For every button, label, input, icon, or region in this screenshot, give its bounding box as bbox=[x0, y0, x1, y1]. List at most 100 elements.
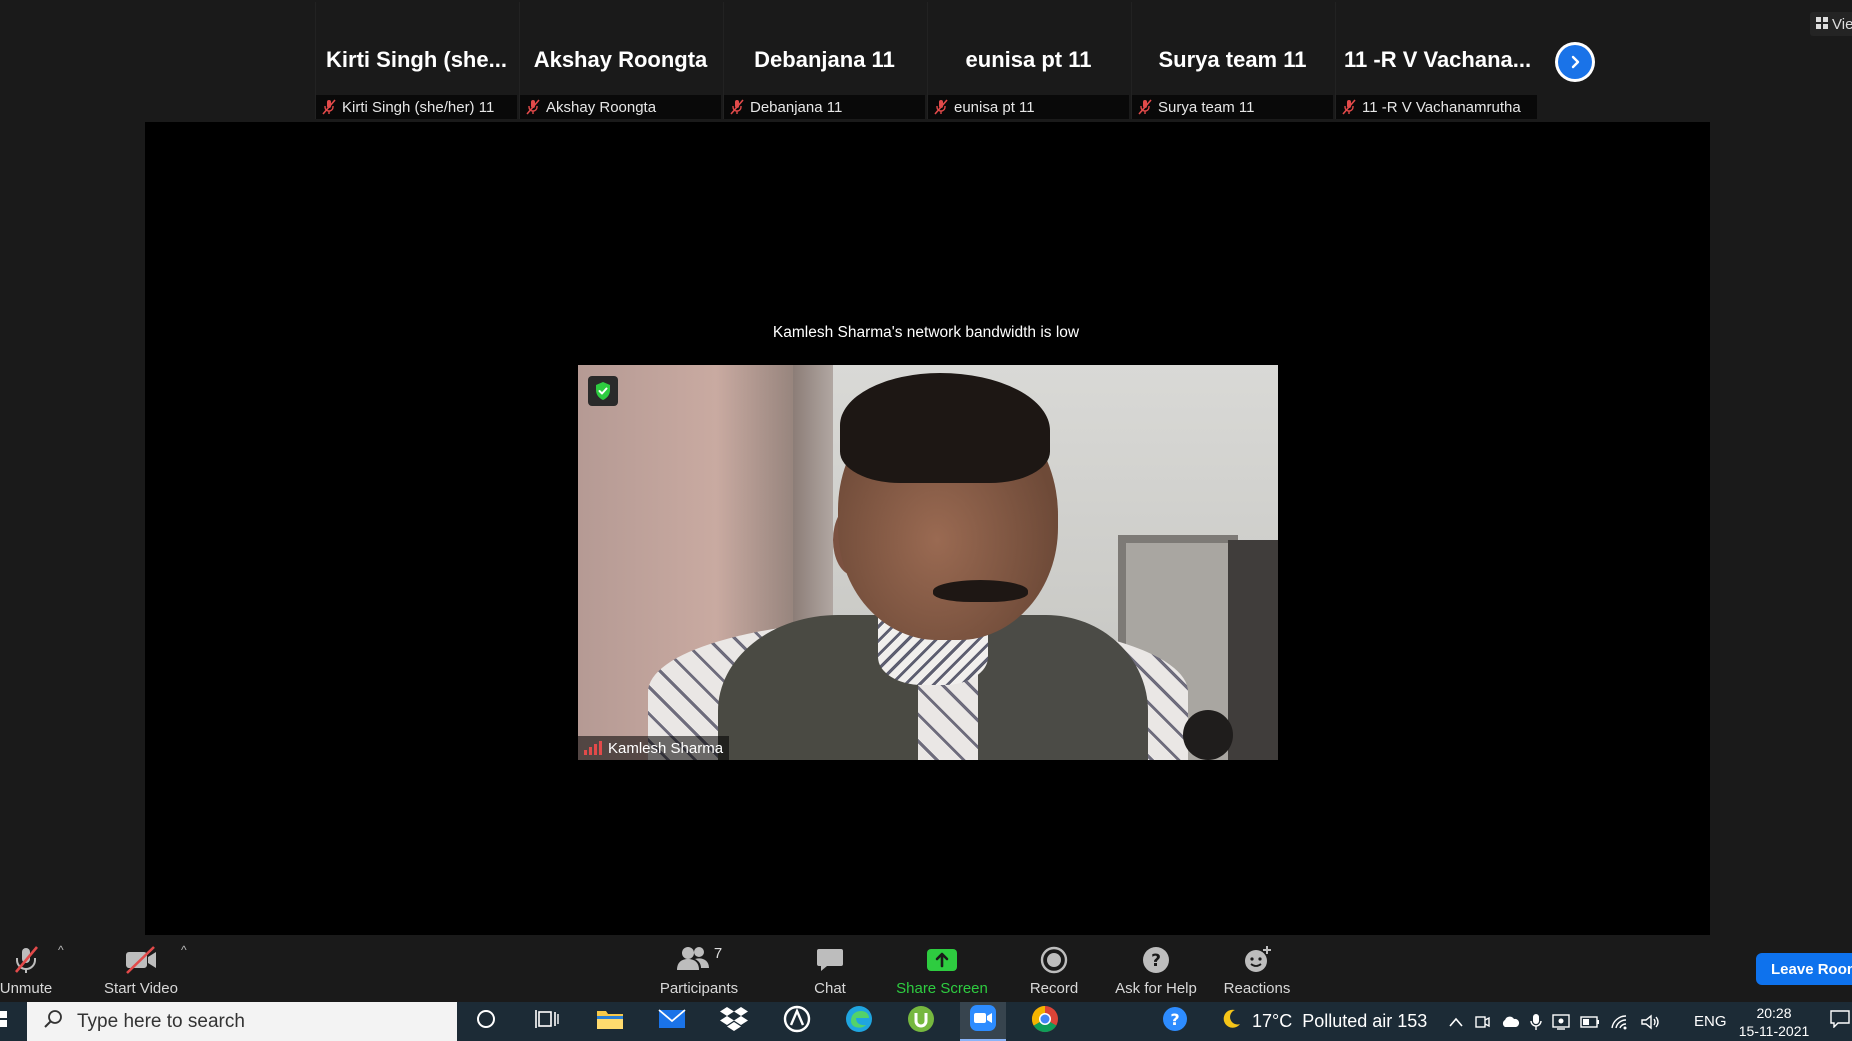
ask-for-help-button[interactable]: ? Ask for Help bbox=[1110, 935, 1202, 1002]
dropbox-icon bbox=[720, 1006, 748, 1037]
taskbar-clock[interactable]: 20:28 15-11-2021 bbox=[1738, 1004, 1810, 1040]
gallery-strip: Kirti Singh (she... Kirti Singh (she/her… bbox=[0, 0, 1852, 122]
speaker-name: Kamlesh Sharma bbox=[608, 739, 724, 757]
weather-widget[interactable]: 17°C Polluted air 153 bbox=[1220, 1002, 1427, 1041]
record-label: Record bbox=[1029, 980, 1079, 997]
shield-check-icon[interactable] bbox=[588, 376, 618, 406]
language-indicator[interactable]: ENG bbox=[1694, 1002, 1727, 1041]
participants-icon bbox=[676, 945, 710, 975]
video-off-icon bbox=[124, 943, 158, 977]
audio-options-caret[interactable]: ^ bbox=[58, 943, 64, 957]
notification-icon bbox=[1830, 1010, 1850, 1033]
help-app[interactable]: ? bbox=[1152, 1002, 1198, 1041]
view-button[interactable]: Vie bbox=[1810, 12, 1852, 36]
taskbar-search-box[interactable]: Type here to search bbox=[27, 1002, 457, 1041]
mic-muted-icon bbox=[526, 99, 540, 115]
screen-capture-icon[interactable] bbox=[1552, 1013, 1570, 1030]
cortana-circle-icon bbox=[475, 1008, 497, 1035]
meet-now-icon[interactable] bbox=[1474, 1014, 1490, 1030]
share-screen-button[interactable]: Share Screen bbox=[894, 935, 990, 1002]
participant-footer: Debanjana 11 bbox=[724, 95, 925, 119]
participant-tile[interactable]: eunisa pt 11 eunisa pt 11 bbox=[927, 2, 1129, 119]
unmute-label: Unmute bbox=[0, 980, 53, 997]
participant-tile[interactable]: 11 -R V Vachana... 11 -R V Vachanamrutha bbox=[1335, 2, 1537, 119]
record-icon bbox=[1040, 943, 1068, 977]
mic-muted-icon bbox=[1138, 99, 1152, 115]
chevron-up-icon[interactable] bbox=[1448, 1016, 1464, 1028]
participant-tile[interactable]: Surya team 11 Surya team 11 bbox=[1131, 2, 1333, 119]
chat-label: Chat bbox=[814, 980, 846, 997]
leave-room-button[interactable]: Leave Room bbox=[1756, 953, 1852, 985]
participant-display-name: eunisa pt 11 bbox=[965, 47, 1092, 72]
help-icon: ? bbox=[1142, 943, 1170, 977]
help-question-icon: ? bbox=[1161, 1005, 1189, 1038]
bandwidth-notice: Kamlesh Sharma's network bandwidth is lo… bbox=[772, 324, 1080, 341]
weather-temperature: 17°C bbox=[1252, 1011, 1293, 1031]
next-page-button[interactable] bbox=[1555, 42, 1595, 82]
participant-footer: eunisa pt 11 bbox=[928, 95, 1129, 119]
participant-footer-name: Surya team 11 bbox=[1158, 98, 1255, 116]
utorrent-icon bbox=[907, 1005, 935, 1038]
volume-icon[interactable] bbox=[1640, 1014, 1660, 1030]
windows-taskbar: Type here to search ? 17°C Polluted air … bbox=[0, 1002, 1852, 1041]
mic-muted-icon bbox=[1342, 99, 1356, 115]
video-options-caret[interactable]: ^ bbox=[181, 943, 187, 957]
edge-icon bbox=[845, 1005, 873, 1038]
participant-tile[interactable]: Debanjana 11 Debanjana 11 bbox=[723, 2, 925, 119]
dropbox-app[interactable] bbox=[711, 1002, 757, 1041]
participant-display-name: Kirti Singh (she... bbox=[326, 47, 507, 72]
chat-button[interactable]: Chat bbox=[800, 935, 860, 1002]
search-icon bbox=[43, 1009, 63, 1035]
participant-footer-name: Akshay Roongta bbox=[546, 98, 657, 116]
app-circle-icon bbox=[783, 1005, 811, 1038]
file-explorer-app[interactable] bbox=[587, 1002, 633, 1041]
share-screen-icon bbox=[926, 943, 958, 977]
participant-footer-name: Debanjana 11 bbox=[750, 98, 843, 116]
chat-icon bbox=[816, 943, 844, 977]
record-button[interactable]: Record bbox=[1024, 935, 1084, 1002]
participant-display-name: Surya team 11 bbox=[1158, 47, 1307, 72]
weather-description: Polluted air 153 bbox=[1302, 1011, 1428, 1031]
participant-footer-name: Kirti Singh (she/her) 11 bbox=[342, 98, 495, 116]
chevron-right-icon bbox=[1558, 45, 1592, 79]
battery-icon[interactable] bbox=[1580, 1015, 1600, 1028]
wifi-icon[interactable] bbox=[1610, 1014, 1630, 1030]
chrome-icon bbox=[1031, 1005, 1059, 1038]
utorrent-app[interactable] bbox=[898, 1002, 944, 1041]
grid-icon bbox=[1816, 16, 1828, 33]
active-speaker-video[interactable]: Kamlesh Sharma bbox=[578, 365, 1278, 760]
onedrive-icon[interactable] bbox=[1500, 1015, 1520, 1029]
task-view-icon bbox=[535, 1008, 559, 1035]
participants-button[interactable]: 7 Participants bbox=[652, 935, 746, 1002]
participant-tile[interactable]: Kirti Singh (she... Kirti Singh (she/her… bbox=[315, 2, 517, 119]
chrome-app[interactable] bbox=[1022, 1002, 1068, 1041]
view-label: Vie bbox=[1832, 15, 1852, 33]
share-screen-label: Share Screen bbox=[896, 980, 988, 997]
folder-icon bbox=[596, 1007, 624, 1036]
notifications-button[interactable] bbox=[1830, 1002, 1852, 1041]
mic-muted-icon bbox=[11, 943, 41, 977]
reactions-button[interactable]: Reactions bbox=[1220, 935, 1294, 1002]
zoom-app[interactable] bbox=[960, 1002, 1006, 1041]
participant-footer: Akshay Roongta bbox=[520, 95, 721, 119]
cortana-button[interactable] bbox=[463, 1002, 509, 1041]
windows-logo-icon bbox=[0, 1010, 8, 1033]
edge-browser-app[interactable] bbox=[836, 1002, 882, 1041]
microphone-icon[interactable] bbox=[1530, 1013, 1542, 1031]
clock-date: 15-11-2021 bbox=[1738, 1023, 1810, 1039]
participant-footer-name: 11 -R V Vachanamrutha bbox=[1362, 98, 1521, 116]
ask-for-help-label: Ask for Help bbox=[1115, 980, 1197, 997]
mail-app[interactable] bbox=[649, 1002, 695, 1041]
start-video-button[interactable]: Start Video bbox=[100, 935, 182, 1002]
participants-count: 7 bbox=[713, 944, 723, 962]
participant-footer: 11 -R V Vachanamrutha bbox=[1336, 95, 1537, 119]
unmute-button[interactable]: Unmute bbox=[0, 935, 56, 1002]
task-view-button[interactable] bbox=[524, 1002, 570, 1041]
start-video-label: Start Video bbox=[104, 980, 178, 997]
svg-text:?: ? bbox=[1170, 1010, 1179, 1029]
mic-muted-icon bbox=[322, 99, 336, 115]
participant-tile[interactable]: Akshay Roongta Akshay Roongta bbox=[519, 2, 721, 119]
participant-display-name: Akshay Roongta bbox=[533, 47, 708, 72]
app-circle-launcher[interactable] bbox=[774, 1002, 820, 1041]
start-button[interactable] bbox=[0, 1002, 22, 1041]
